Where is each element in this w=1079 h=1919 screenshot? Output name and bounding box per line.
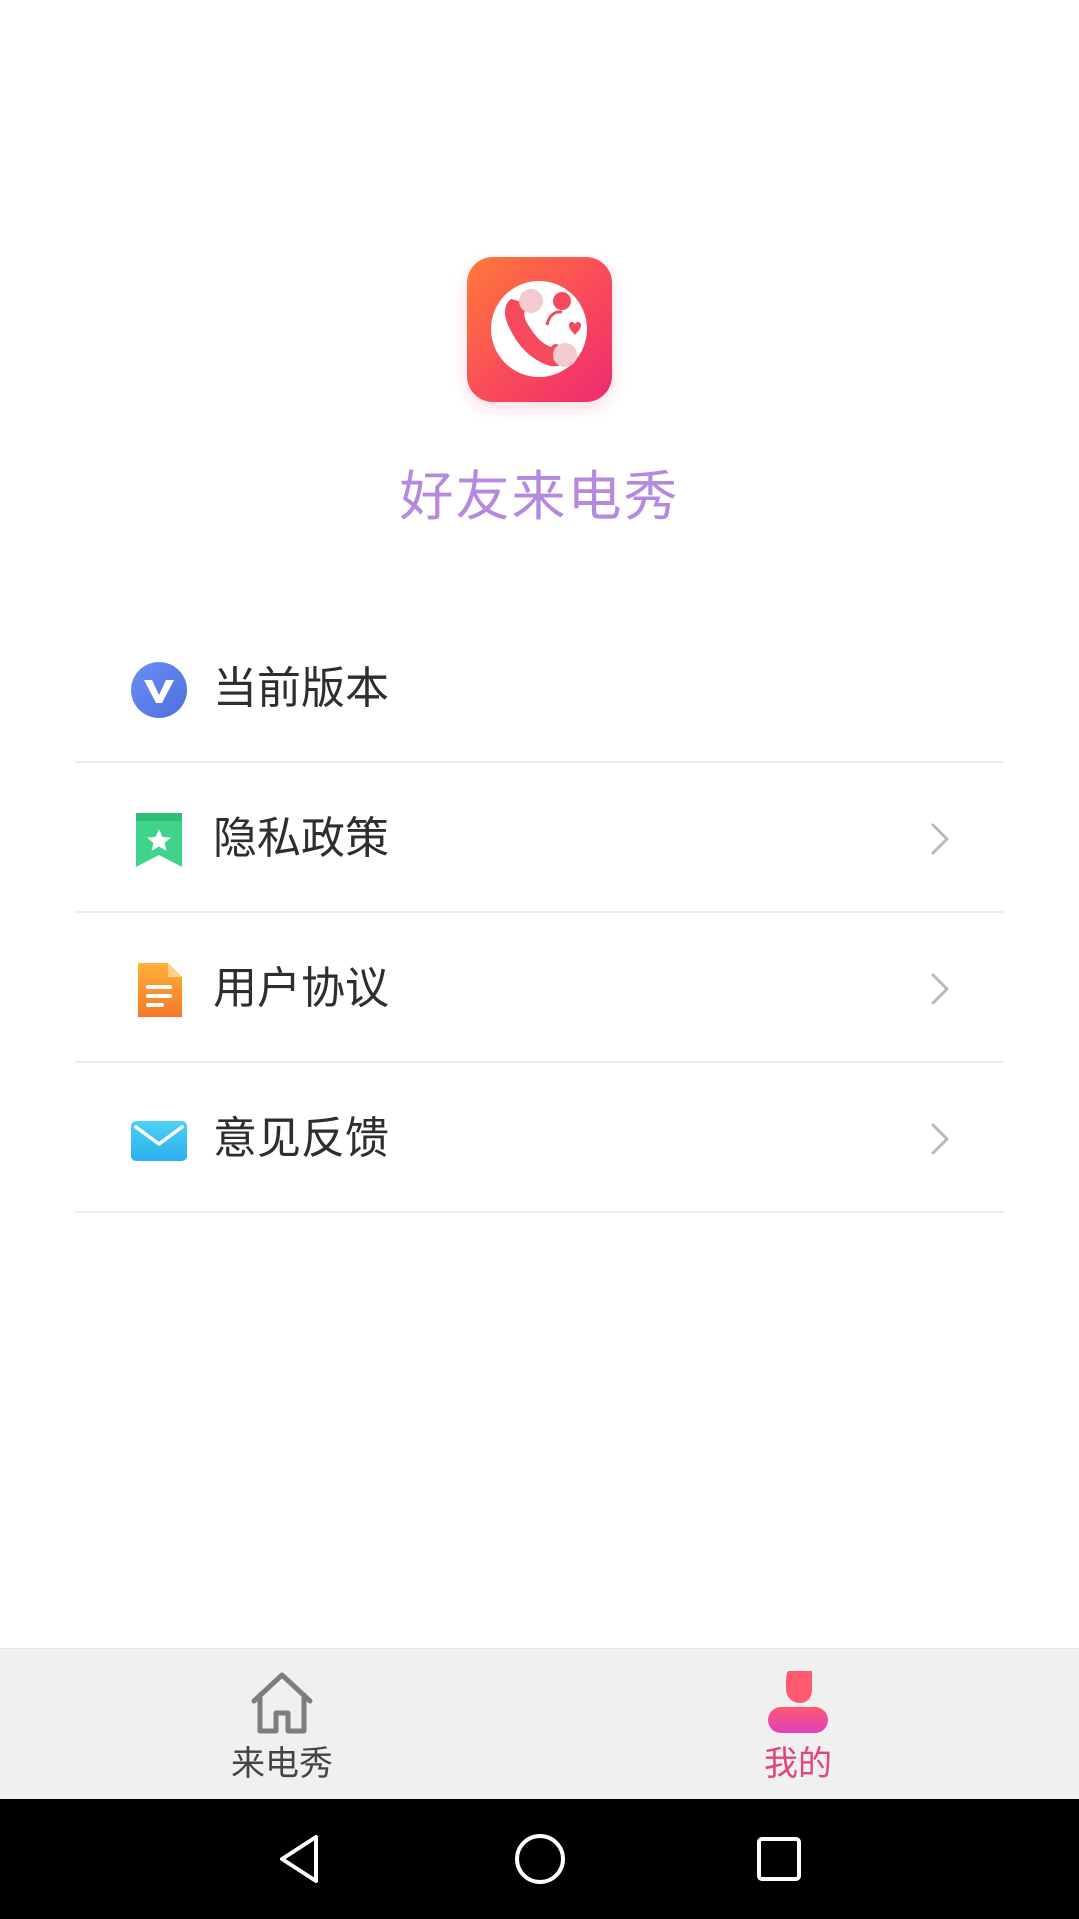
menu-item-version[interactable]: 当前版本 — [0, 613, 1079, 763]
system-nav-bar — [0, 1799, 1079, 1919]
chevron-right-icon — [925, 1119, 955, 1159]
menu-item-label: 当前版本 — [213, 663, 389, 714]
menu-item-user-agreement[interactable]: 用户协议 — [0, 913, 1079, 1063]
mail-icon — [130, 1111, 188, 1169]
menu-item-label: 用户协议 — [213, 963, 389, 1014]
bottom-tab-bar: 来电秀 我的 — [0, 1648, 1079, 1799]
tab-label: 我的 — [764, 1744, 832, 1784]
menu-item-label: 意见反馈 — [213, 1113, 389, 1164]
chevron-right-icon — [925, 969, 955, 1009]
app-title: 好友来电秀 — [399, 465, 680, 528]
recent-apps-icon[interactable] — [749, 1829, 809, 1889]
back-icon[interactable] — [272, 1829, 332, 1889]
chevron-right-icon — [925, 819, 955, 859]
tab-label: 来电秀 — [231, 1744, 333, 1784]
menu-item-privacy-policy[interactable]: 隐私政策 — [0, 763, 1079, 913]
profile-icon — [760, 1667, 836, 1737]
bookmark-star-icon — [130, 811, 188, 869]
home-circle-icon[interactable] — [510, 1829, 570, 1889]
home-icon — [244, 1667, 320, 1737]
document-icon — [130, 961, 188, 1019]
menu-item-feedback[interactable]: 意见反馈 — [0, 1063, 1079, 1213]
tab-mine[interactable]: 我的 — [648, 1649, 948, 1799]
settings-menu: 当前版本 隐私政策 用户协议 意见反馈 — [0, 613, 1079, 1213]
tab-home[interactable]: 来电秀 — [132, 1649, 432, 1799]
divider — [75, 1211, 1004, 1213]
menu-item-label: 隐私政策 — [213, 813, 389, 864]
version-v-icon — [130, 661, 188, 719]
app-logo-icon — [467, 257, 612, 402]
